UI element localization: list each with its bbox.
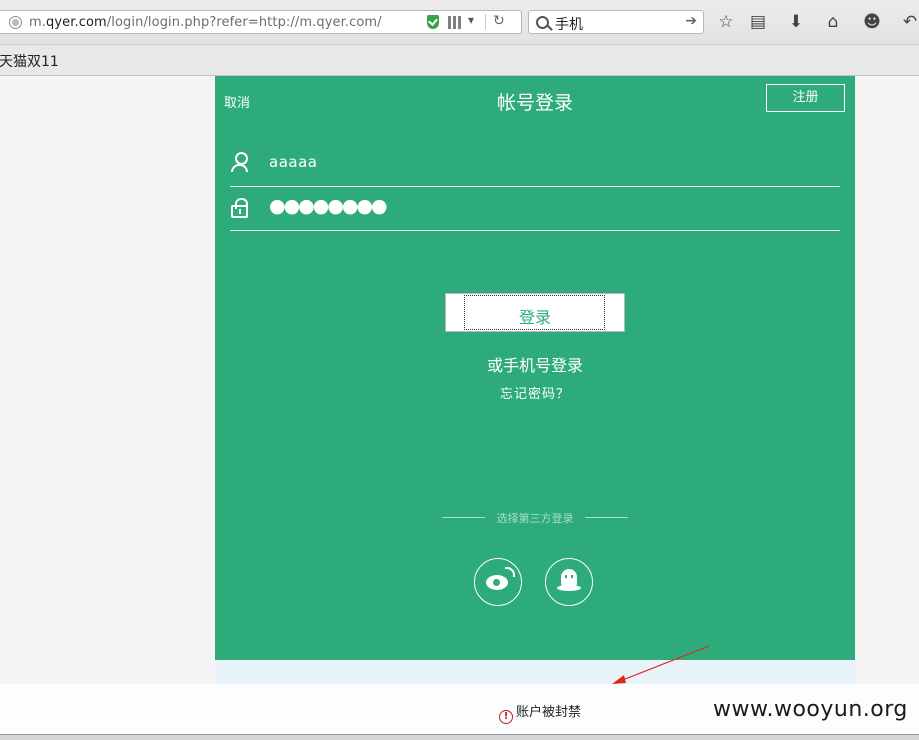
back-icon[interactable]: ↶ [899, 11, 919, 33]
password-field[interactable]: ●●●●●●●● [230, 186, 840, 231]
address-divider [485, 14, 486, 30]
address-bar[interactable]: m.qyer.com/login/login.php?refer=http://… [0, 10, 522, 34]
home-icon[interactable]: ⌂ [822, 11, 844, 33]
register-button[interactable]: 注册 [766, 84, 845, 112]
qr-code-icon[interactable] [448, 16, 461, 29]
bookmark-star-icon[interactable]: ☆ [715, 11, 737, 33]
browser-toolbar: m.qyer.com/login/login.php?refer=http://… [0, 0, 919, 45]
shield-icon[interactable] [427, 15, 439, 29]
reload-icon[interactable]: ↻ [493, 13, 505, 29]
forgot-password-link[interactable]: 忘记密码？ [215, 383, 855, 402]
third-party-label: 选择第三方登录 [496, 512, 574, 525]
username-field[interactable]: aaaaa [230, 142, 840, 187]
reading-list-icon[interactable]: ▤ [747, 11, 769, 33]
search-bar[interactable]: 手机 ➔ [528, 10, 704, 34]
search-input[interactable]: 手机 [555, 14, 583, 34]
address-text[interactable]: m.qyer.com/login/login.php?refer=http://… [29, 15, 382, 30]
username-input[interactable]: aaaaa [269, 153, 317, 171]
weibo-login-button[interactable] [474, 558, 522, 606]
login-page: 取消 帐号登录 注册 aaaaa ●●●●●●●● 登录 或手机号登录 忘记密码… [215, 76, 855, 660]
taskbar-strip [0, 734, 919, 740]
weibo-icon [486, 567, 515, 590]
search-icon [536, 16, 549, 29]
smiley-icon[interactable]: ☻ [861, 11, 883, 33]
search-go-icon[interactable]: ➔ [685, 13, 697, 29]
lock-icon [231, 198, 250, 218]
page-title: 帐号登录 [496, 92, 573, 114]
alert-icon: ! [498, 710, 513, 724]
watermark: www.wooyun.org [713, 697, 908, 722]
qq-login-button[interactable] [545, 558, 593, 606]
phone-login-link[interactable]: 或手机号登录 [215, 352, 855, 376]
login-button[interactable]: 登录 [445, 293, 625, 332]
dropdown-arrow-icon[interactable]: ▾ [468, 13, 474, 27]
divider-line-right [585, 517, 628, 518]
user-icon [231, 152, 249, 172]
login-button-label: 登录 [518, 308, 551, 327]
globe-icon [9, 16, 22, 29]
bookmark-item[interactable]: 天猫双11 [0, 51, 59, 71]
password-input[interactable]: ●●●●●●●● [269, 195, 388, 217]
qq-icon [557, 569, 581, 591]
download-icon[interactable]: ⬇ [785, 11, 807, 33]
third-party-divider: 选择第三方登录 [442, 509, 628, 525]
bookmarks-bar: 天猫双11 [0, 45, 919, 76]
toast-message: 账户被封禁 [515, 705, 581, 720]
